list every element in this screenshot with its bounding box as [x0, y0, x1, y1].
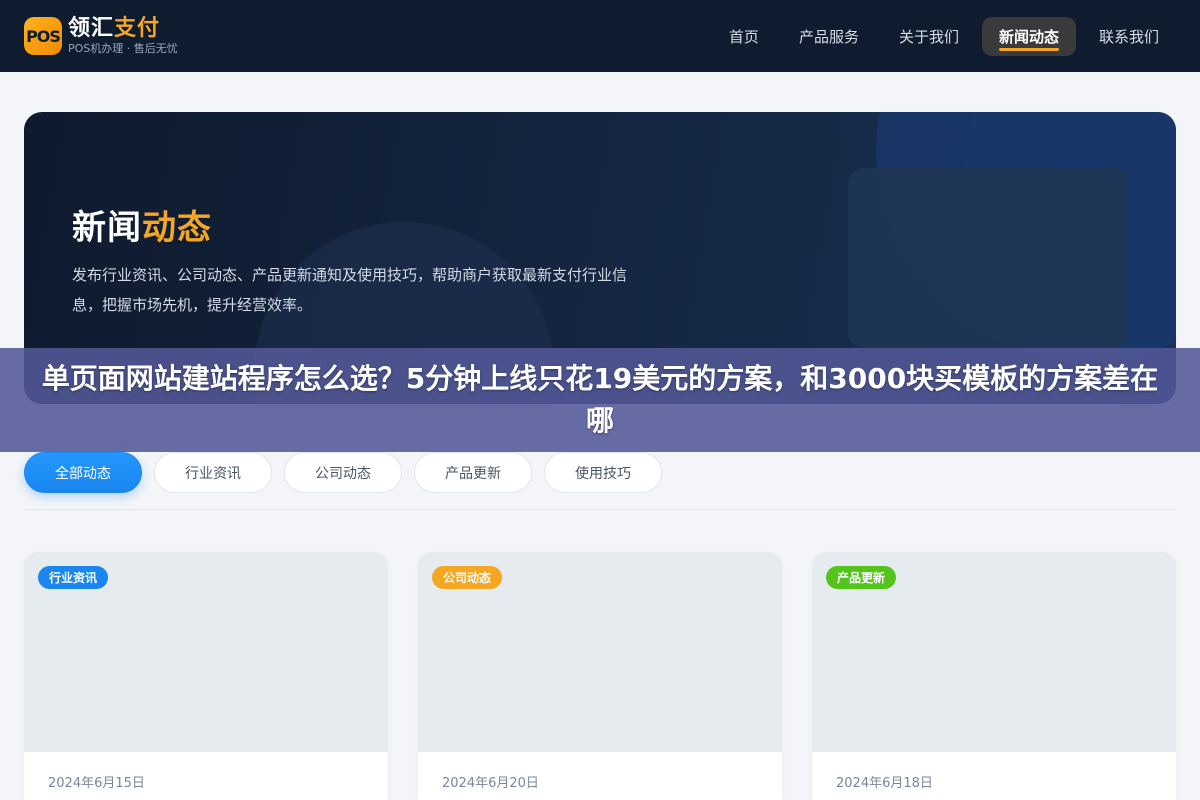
- news-card-thumbnail: 公司动态: [418, 552, 782, 752]
- logo-text: 领汇支付 POS机办理 · 售后无忧: [68, 15, 178, 56]
- main-nav: 首页 产品服务 关于我们 新闻动态 联系我们: [712, 16, 1176, 56]
- filter-company[interactable]: 公司动态: [284, 452, 402, 493]
- nav-item-contact[interactable]: 联系我们: [1082, 17, 1176, 56]
- page-title-accent: 动态: [142, 208, 212, 248]
- filters-divider: [24, 509, 1176, 510]
- headline-overlay: 单页面网站建站程序怎么选？5分钟上线只花19美元的方案，和3000块买模板的方案…: [0, 348, 1200, 452]
- brand-tagline: POS机办理 · 售后无忧: [68, 42, 178, 56]
- news-card-date: 2024年6月18日: [836, 776, 933, 791]
- brand-name-accent: 支付: [114, 15, 161, 41]
- page-title-main: 新闻: [72, 208, 142, 248]
- news-card-date: 2024年6月15日: [48, 776, 145, 791]
- news-card-thumbnail: 行业资讯: [24, 552, 388, 752]
- news-card-tag: 行业资讯: [38, 566, 109, 589]
- news-card-thumbnail: 产品更新: [812, 552, 1176, 752]
- headline-overlay-text: 单页面网站建站程序怎么选？5分钟上线只花19美元的方案，和3000块买模板的方案…: [41, 362, 1159, 437]
- filter-product-update[interactable]: 产品更新: [414, 452, 532, 493]
- filter-industry[interactable]: 行业资讯: [154, 452, 272, 493]
- brand-name-main: 领汇: [68, 15, 115, 41]
- pos-logo-icon: POS: [24, 17, 62, 55]
- nav-item-home[interactable]: 首页: [712, 17, 776, 56]
- nav-item-products[interactable]: 产品服务: [782, 17, 876, 56]
- page-description: 发布行业资讯、公司动态、产品更新通知及使用技巧，帮助商户获取最新支付行业信息，把…: [72, 266, 628, 314]
- nav-item-about[interactable]: 关于我们: [882, 17, 976, 56]
- hero-decoration-panel: [848, 168, 1128, 348]
- nav-item-news[interactable]: 新闻动态: [981, 16, 1076, 56]
- filter-all[interactable]: 全部动态: [24, 452, 142, 493]
- news-card-date: 2024年6月20日: [442, 776, 539, 791]
- brand-name: 领汇支付: [68, 15, 178, 41]
- site-header: POS 领汇支付 POS机办理 · 售后无忧 首页 产品服务 关于我们 新闻动态…: [0, 0, 1200, 72]
- site-logo[interactable]: POS 领汇支付 POS机办理 · 售后无忧: [24, 15, 178, 56]
- news-card[interactable]: 行业资讯 2024年6月15日: [24, 552, 388, 800]
- filter-tips[interactable]: 使用技巧: [544, 452, 662, 493]
- news-card[interactable]: 产品更新 2024年6月18日: [812, 552, 1176, 800]
- news-card-list: 行业资讯 2024年6月15日 公司动态 2024年6月20日 产品更新 202…: [24, 552, 1176, 800]
- category-filters: 全部动态 行业资讯 公司动态 产品更新 使用技巧: [24, 452, 662, 493]
- news-card-tag: 公司动态: [432, 566, 503, 589]
- page-title: 新闻动态: [72, 200, 212, 249]
- news-card-tag: 产品更新: [826, 566, 897, 589]
- news-card[interactable]: 公司动态 2024年6月20日: [418, 552, 782, 800]
